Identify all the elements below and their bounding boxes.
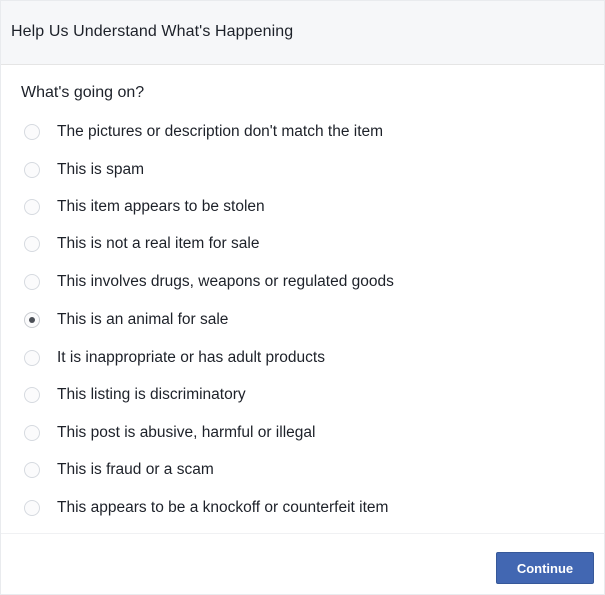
option-fraud[interactable]: This is fraud or a scam	[1, 454, 561, 488]
option-spam[interactable]: This is spam	[1, 154, 561, 188]
option-label: This listing is discriminatory	[57, 386, 246, 403]
radio-button[interactable]	[24, 124, 40, 140]
option-regulated-goods[interactable]: This involves drugs, weapons or regulate…	[1, 266, 561, 300]
option-label: The pictures or description don't match …	[57, 123, 384, 140]
radio-button-selected[interactable]	[24, 312, 40, 328]
option-not-real-item[interactable]: This is not a real item for sale	[1, 228, 561, 262]
option-label: This is an animal for sale	[57, 311, 229, 328]
radio-button[interactable]	[24, 162, 40, 178]
radio-button[interactable]	[24, 462, 40, 478]
radio-button[interactable]	[24, 236, 40, 252]
question-heading: What's going on?	[21, 84, 145, 101]
option-counterfeit[interactable]: This appears to be a knockoff or counter…	[1, 492, 561, 526]
radio-button[interactable]	[24, 350, 40, 366]
dialog-header: Help Us Understand What's Happening	[1, 1, 604, 65]
radio-button[interactable]	[24, 274, 40, 290]
option-label: This involves drugs, weapons or regulate…	[57, 273, 394, 290]
radio-button[interactable]	[24, 387, 40, 403]
option-abusive[interactable]: This post is abusive, harmful or illegal	[1, 417, 561, 451]
option-mismatch[interactable]: The pictures or description don't match …	[1, 116, 561, 150]
option-label: This is not a real item for sale	[57, 235, 260, 252]
option-animal-for-sale[interactable]: This is an animal for sale	[1, 304, 561, 338]
radio-button[interactable]	[24, 199, 40, 215]
option-label: This is spam	[57, 161, 144, 178]
report-dialog: Help Us Understand What's Happening What…	[0, 0, 605, 595]
radio-button[interactable]	[24, 500, 40, 516]
option-stolen[interactable]: This item appears to be stolen	[1, 191, 561, 225]
option-label: It is inappropriate or has adult product…	[57, 349, 325, 366]
option-label: This post is abusive, harmful or illegal	[57, 424, 316, 441]
option-label: This appears to be a knockoff or counter…	[57, 499, 389, 516]
option-discriminatory[interactable]: This listing is discriminatory	[1, 379, 561, 413]
continue-button[interactable]: Continue	[496, 552, 594, 584]
radio-button[interactable]	[24, 425, 40, 441]
option-label: This is fraud or a scam	[57, 461, 214, 478]
dialog-footer: Continue	[1, 533, 604, 594]
dialog-title: Help Us Understand What's Happening	[11, 23, 294, 40]
option-label: This item appears to be stolen	[57, 198, 265, 215]
option-adult-products[interactable]: It is inappropriate or has adult product…	[1, 342, 561, 376]
